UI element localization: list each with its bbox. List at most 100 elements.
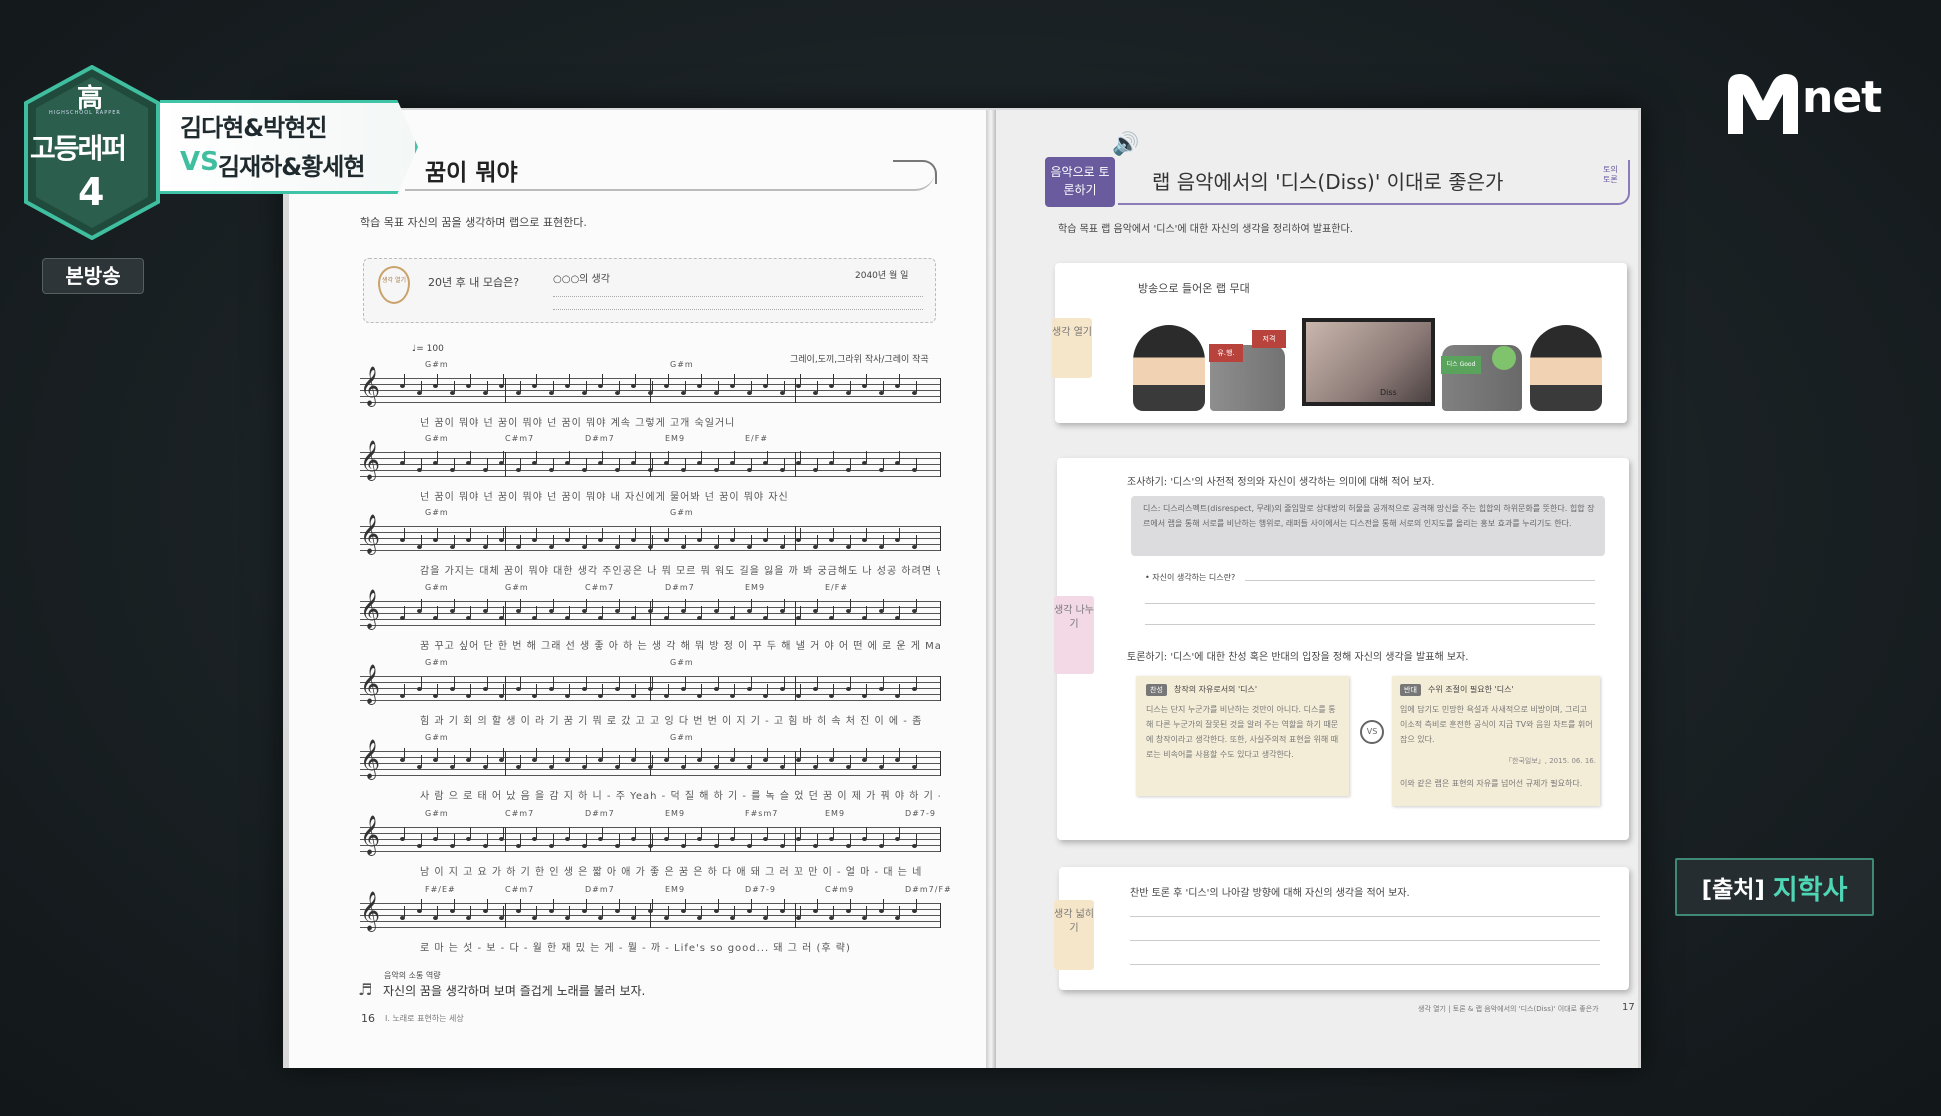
note-stem [701, 684, 702, 695]
music-staff: 𝄞 [360, 739, 941, 791]
note-stem [866, 451, 867, 462]
note-stem [618, 755, 620, 766]
chord-symbol: F#sm7 [745, 809, 779, 818]
chord-symbol: C#m7 [505, 809, 535, 818]
chord-symbol: G#m [425, 658, 449, 667]
note-stem [437, 748, 438, 759]
note-stem [684, 458, 686, 469]
tab-think-open: 생각 열기 [1052, 318, 1092, 378]
chord-symbol: G#m [670, 360, 694, 369]
lyric-line: 힘 과 기 회 의 할 생 이 라 기 꿈 기 뭐 로 갔 고 고 잉 다 번 … [420, 716, 923, 727]
note-stem [585, 599, 587, 610]
note-stem [767, 374, 768, 385]
answer-line [1130, 964, 1600, 965]
tv-caption: Diss [1380, 388, 1397, 397]
note-stem [701, 374, 702, 385]
note-stem [684, 381, 686, 392]
note-stem [404, 374, 405, 385]
note-stem [618, 834, 620, 845]
chord-symbol: C#m7 [585, 583, 615, 592]
bar-line [795, 378, 796, 403]
note-stem [420, 458, 422, 469]
song-title: 꿈이 뭐야 [425, 160, 518, 186]
question-badge-label: 생각 열기 [382, 277, 406, 284]
note-stem [470, 827, 471, 838]
note-stem [684, 834, 686, 845]
note-stem [569, 451, 570, 462]
chord-symbol: EM9 [665, 434, 686, 443]
note-stem [453, 677, 455, 688]
note-stem [717, 381, 719, 392]
note-stem [750, 899, 752, 910]
card3-heading: 찬반 토론 후 '디스'의 나아갈 방향에 대해 자신의 생각을 적어 보자. [1130, 888, 1410, 899]
question-text: 20년 후 내 모습은? [428, 276, 520, 289]
chord-symbol: G#m [505, 583, 529, 592]
note-stem [420, 599, 422, 610]
note-stem [569, 374, 570, 385]
bar-line [795, 452, 796, 477]
note-stem [602, 906, 603, 917]
note-stem [833, 606, 834, 617]
note-stem [800, 528, 801, 539]
speech-bubble [1492, 346, 1516, 370]
note-stem [453, 755, 455, 766]
note-stem [717, 535, 719, 546]
note-stem [734, 528, 735, 539]
note-stem [453, 381, 455, 392]
vs-circle-label: VS [1366, 727, 1378, 736]
note-stem [866, 827, 867, 838]
logo-sub: HIGHSCHOOL RAPPER [49, 110, 121, 116]
illustration-left-person [1133, 325, 1205, 411]
note-stem [519, 755, 521, 766]
chord-symbol: G#m [425, 434, 449, 443]
tempo-mark: ♩= 100 [412, 344, 444, 354]
note-stem [734, 748, 735, 759]
con-text2: 이와 같은 랩은 표현의 자유를 넘어선 규제가 필요하다. [1400, 779, 1583, 788]
right-title: 랩 음악에서의 '디스(Diss)' 이대로 좋은가 [1152, 170, 1504, 194]
broadcast-badge: 본방송 [42, 258, 144, 294]
note-stem [635, 684, 636, 695]
note-stem [816, 599, 818, 610]
note-stem [899, 451, 900, 462]
note-stem [783, 899, 785, 910]
note-stem [635, 748, 636, 759]
note-stem [866, 606, 867, 617]
note-stem [651, 458, 653, 469]
chord-symbol: D#7-9 [745, 885, 776, 894]
note-stem [552, 381, 554, 392]
note-stem [536, 906, 537, 917]
note-stem [651, 899, 653, 910]
note-stem [800, 451, 801, 462]
note-stem [783, 834, 785, 845]
note-stem [585, 381, 587, 392]
note-stem [470, 906, 471, 917]
note-stem [899, 684, 900, 695]
vs-label: VS [180, 147, 219, 177]
note-stem [602, 528, 603, 539]
sign-right-text: 저격 [1262, 335, 1276, 343]
bar-line [940, 601, 941, 626]
note-stem [849, 677, 851, 688]
note-stem [519, 899, 521, 910]
note-stem [420, 899, 422, 910]
note-stem [915, 381, 917, 392]
note-stem [750, 535, 752, 546]
note-stem [602, 451, 603, 462]
note-stem [668, 606, 669, 617]
note-stem [668, 906, 669, 917]
note-stem [404, 827, 405, 838]
note-stem [420, 381, 422, 392]
question-date: 2040년 월 일 [855, 271, 909, 281]
note-stem [833, 906, 834, 917]
note-stem [734, 374, 735, 385]
pro-text: 디스는 단지 누군가를 비난하는 것만이 아니다. 디스를 통해 다른 누군가의… [1146, 705, 1339, 759]
chord-symbol: G#m [425, 360, 449, 369]
chord-symbol: C#m7 [505, 434, 535, 443]
chord-symbol: EM9 [745, 583, 766, 592]
tab-think-share-label: 생각 나누기 [1054, 605, 1094, 630]
note-stem [486, 834, 488, 845]
note-stem [453, 599, 455, 610]
note-stem [899, 374, 900, 385]
note-stem [585, 899, 587, 910]
note-stem [882, 381, 884, 392]
